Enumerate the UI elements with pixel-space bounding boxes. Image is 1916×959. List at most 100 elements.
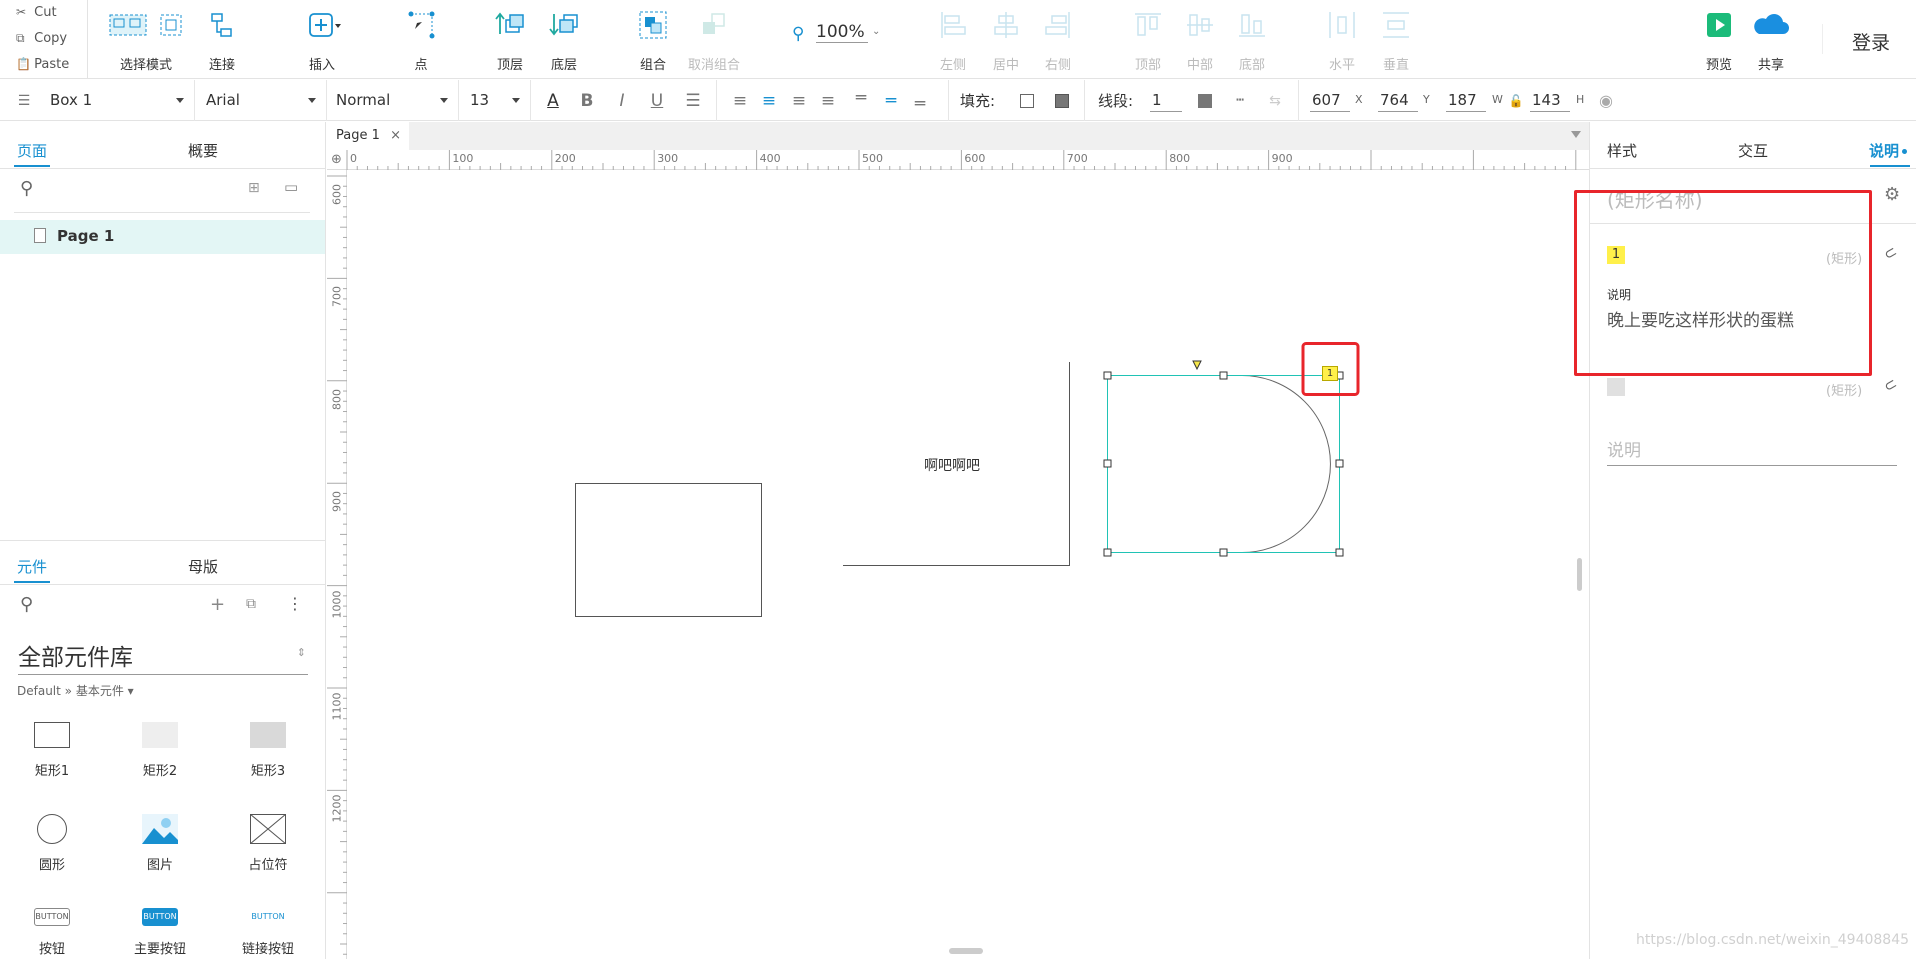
insert-button[interactable]: 插入 [305, 10, 341, 73]
library-select[interactable]: 全部元件库 ⇕ [18, 638, 308, 675]
paste-button[interactable]: 📋 Paste [16, 54, 69, 74]
play-icon [1704, 10, 1734, 40]
underline-icon[interactable]: U [647, 91, 667, 111]
note-input[interactable]: 说明 [1607, 436, 1897, 466]
fill-color-swatch[interactable] [1020, 94, 1034, 108]
widget-rectangle-2[interactable]: 矩形2 [125, 722, 195, 779]
y-input[interactable]: 764 [1378, 88, 1418, 112]
group-button[interactable]: 组合 [637, 10, 669, 73]
height-input[interactable]: 143 [1530, 88, 1570, 112]
widget-image[interactable]: 图片 [125, 814, 195, 873]
folder-icon[interactable]: ▭ [284, 178, 298, 196]
font-family-select[interactable]: Arial [206, 88, 316, 112]
x-input[interactable]: 607 [1310, 88, 1350, 112]
tab-widgets[interactable]: 元件 [17, 556, 47, 577]
attachment-icon[interactable]: ⊂ [1880, 242, 1900, 264]
add-library-icon[interactable]: + [210, 594, 225, 615]
font-style-select[interactable]: Normal [336, 88, 448, 112]
more-icon[interactable]: ⋮ [287, 594, 303, 613]
lock-icon[interactable]: 🔓 [1506, 91, 1526, 111]
divider [326, 80, 327, 121]
send-to-bottom-button[interactable]: 底层 [548, 10, 580, 73]
text-justify-icon[interactable]: ≡ [818, 91, 838, 111]
text-label[interactable]: 啊吧啊吧 [924, 455, 980, 475]
text-align-right-icon[interactable]: ≡ [789, 91, 809, 111]
search-icon[interactable]: ⚲ [20, 178, 33, 199]
align-center-button[interactable]: 居中 [990, 10, 1022, 73]
rounded-shape[interactable] [1107, 375, 1331, 553]
text-align-center-icon[interactable]: ≡ [759, 91, 779, 111]
valign-top-icon[interactable]: ═ [851, 88, 871, 108]
eye-icon[interactable]: ◉ [1596, 91, 1616, 111]
stroke-width-input[interactable]: 1 [1150, 88, 1182, 112]
stroke-color-swatch[interactable] [1198, 94, 1212, 108]
preview-button[interactable]: 预览 [1702, 10, 1736, 73]
widget-circle[interactable]: 圆形 [17, 814, 87, 873]
add-page-icon[interactable]: ⊞ [248, 180, 260, 196]
search-icon[interactable]: ⚲ [20, 594, 33, 615]
ruler-label: 1100 [330, 692, 344, 721]
tab-notes-underline [1870, 165, 1910, 167]
shadow-swatch[interactable] [1055, 94, 1069, 108]
arrow-style-icon[interactable]: ⇆ [1265, 91, 1285, 111]
select-mode-button[interactable]: 选择模式 [106, 10, 186, 73]
tab-style[interactable]: 样式 [1607, 140, 1637, 161]
page-list-item[interactable]: Page 1 [0, 220, 325, 254]
corner-radius-handle[interactable] [1192, 360, 1202, 371]
connect-button[interactable]: 连接 [206, 10, 238, 73]
widget-primary-button[interactable]: BUTTON 主要按钮 [125, 908, 195, 957]
tab-pages[interactable]: 页面 [17, 140, 47, 161]
note-badge[interactable]: 1 [1322, 366, 1338, 381]
align-top-button[interactable]: 顶部 [1132, 10, 1164, 73]
bullet-list-icon[interactable]: ☰ [683, 91, 703, 111]
widget-rectangle-1[interactable]: 矩形1 [17, 722, 87, 779]
align-middle-button[interactable]: 中部 [1184, 10, 1216, 73]
align-right-button[interactable]: 右侧 [1042, 10, 1074, 73]
tab-notes[interactable]: 说明 [1869, 140, 1908, 161]
stroke-pattern-icon[interactable]: ┅ [1230, 91, 1250, 111]
italic-icon[interactable]: I [612, 91, 632, 111]
distribute-vertical-button[interactable]: 垂直 [1380, 10, 1412, 73]
width-input[interactable]: 187 [1446, 88, 1486, 112]
widget-name-select[interactable]: Box 1 [50, 88, 184, 112]
share-button[interactable]: 共享 [1751, 10, 1791, 73]
widget-link-button[interactable]: BUTTON 链接按钮 [233, 908, 303, 957]
resize-handle[interactable] [1335, 548, 1344, 557]
text-align-left-icon[interactable]: ≡ [730, 91, 750, 111]
resize-handle[interactable] [1335, 459, 1344, 468]
tab-interactions[interactable]: 交互 [1738, 140, 1768, 161]
font-size-select[interactable]: 13 [470, 88, 520, 112]
tab-outline[interactable]: 概要 [188, 140, 218, 161]
zoom-select[interactable]: ⚲ 100% ⌄ [790, 22, 880, 48]
copy-button[interactable]: ⧉ Copy [16, 28, 67, 48]
library-breadcrumb[interactable]: Default » 基本元件 ▾ [17, 682, 134, 699]
widget-button[interactable]: BUTTON 按钮 [17, 908, 87, 957]
cut-button[interactable]: ✂ Cut [16, 2, 57, 22]
align-bottom-button[interactable]: 底部 [1236, 10, 1268, 73]
tab-masters[interactable]: 母版 [188, 556, 218, 577]
ruler-label: 600 [330, 184, 344, 205]
valign-bottom-icon[interactable]: ═ [910, 94, 930, 114]
group-icon [638, 10, 668, 40]
attachment-icon[interactable]: ⊂ [1880, 374, 1900, 396]
vertical-scrollbar[interactable] [1577, 558, 1582, 591]
close-icon[interactable]: × [390, 122, 401, 150]
widget-placeholder[interactable]: 占位符 [233, 813, 303, 873]
valign-middle-icon[interactable]: ═ [881, 91, 901, 111]
font-color-icon[interactable]: A [543, 91, 563, 111]
bold-icon[interactable]: B [577, 91, 597, 111]
point-button[interactable]: 点 [405, 10, 437, 73]
ruler-label: 1000 [330, 590, 344, 619]
rectangle-shape[interactable] [575, 483, 762, 617]
library-manage-icon[interactable]: ⧉ [246, 596, 256, 612]
ungroup-button[interactable]: 取消组合 [686, 10, 742, 73]
widget-rectangle-3[interactable]: 矩形3 [233, 722, 303, 779]
gear-icon[interactable]: ⚙ [1884, 184, 1900, 205]
align-left-button[interactable]: 左侧 [937, 10, 969, 73]
page-tab[interactable]: Page 1 × [327, 122, 409, 150]
distribute-horizontal-button[interactable]: 水平 [1326, 10, 1358, 73]
tab-menu-chevron-icon[interactable] [1571, 131, 1581, 138]
login-button[interactable]: 登录 [1852, 28, 1890, 55]
horizontal-scrollbar[interactable] [949, 948, 983, 954]
bring-to-top-button[interactable]: 顶层 [494, 10, 526, 73]
